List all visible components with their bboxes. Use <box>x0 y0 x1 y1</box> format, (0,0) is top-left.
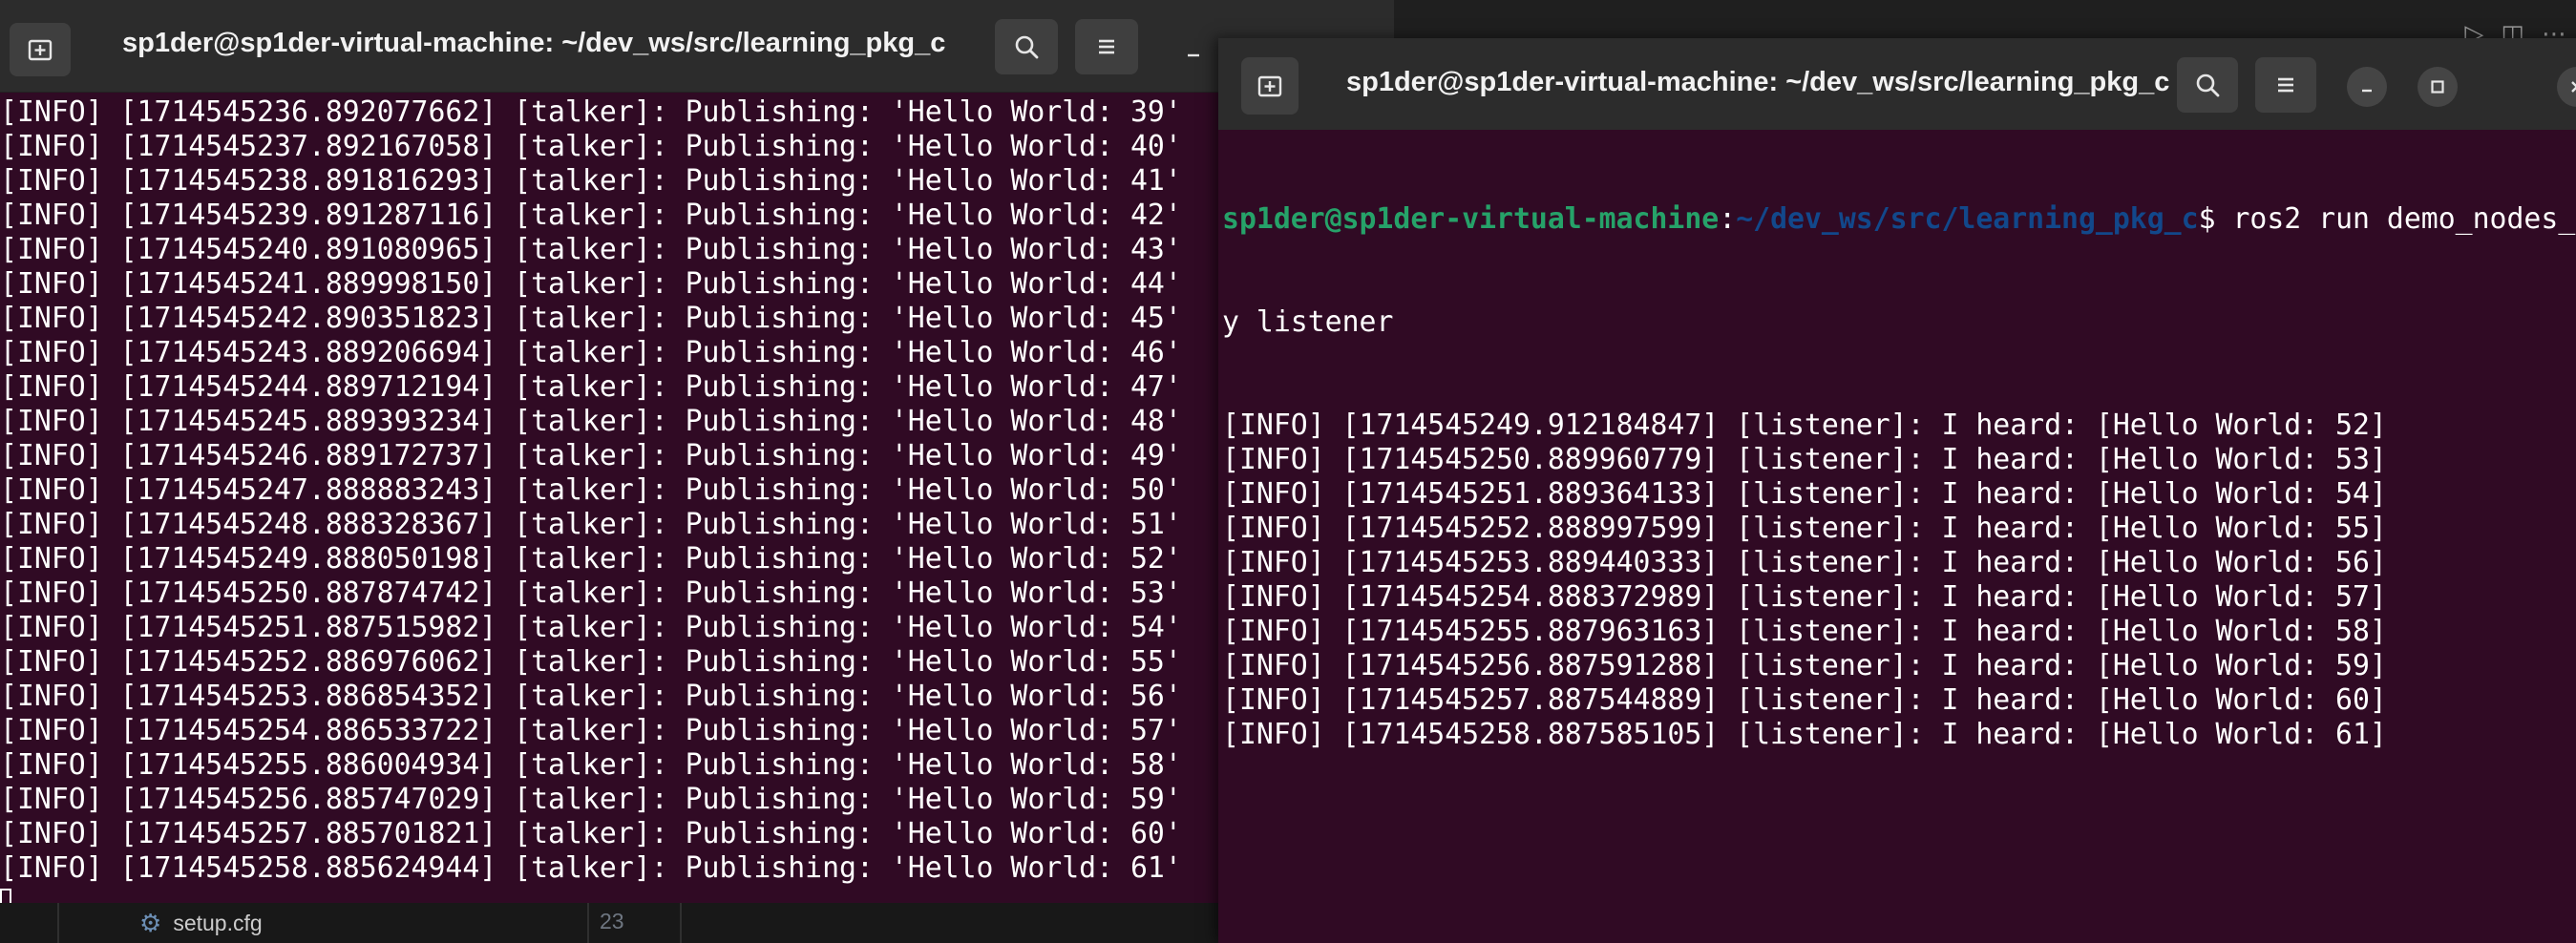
log-line: [INFO] [1714545254.888372989] [listener]… <box>1222 580 2387 614</box>
new-tab-button[interactable] <box>10 23 71 76</box>
terminal-titlebar[interactable]: sp1der@sp1der-virtual-machine: ~/dev_ws/… <box>0 0 1394 93</box>
terminal-output[interactable]: [INFO] [1714545236.892077662] [talker]: … <box>0 95 1182 903</box>
search-icon <box>1015 35 1039 59</box>
search-icon <box>2196 73 2220 97</box>
gutter-divider <box>587 903 589 943</box>
log-line: [INFO] [1714545247.888883243] [talker]: … <box>0 473 1182 507</box>
log-line: [INFO] [1714545253.889440333] [listener]… <box>1222 546 2387 579</box>
log-line: [INFO] [1714545241.889998150] [talker]: … <box>0 267 1182 301</box>
log-line: [INFO] [1714545257.887544889] [listener]… <box>1222 683 2387 717</box>
log-line: [INFO] [1714545239.891287116] [talker]: … <box>0 199 1182 232</box>
gear-icon: ⚙ <box>139 909 162 937</box>
log-line: [INFO] [1714545251.887515982] [talker]: … <box>0 611 1182 644</box>
file-item-setup-cfg[interactable]: ⚙ setup.cfg <box>139 909 263 938</box>
prompt-path: ~/dev_ws/src/learning_pkg_c <box>1736 202 2199 236</box>
log-line: [INFO] [1714545246.889172737] [talker]: … <box>0 439 1182 472</box>
terminal-title: sp1der@sp1der-virtual-machine: ~/dev_ws/… <box>122 28 946 58</box>
new-tab-icon <box>1257 75 1282 97</box>
log-line: [INFO] [1714545255.887963163] [listener]… <box>1222 615 2387 648</box>
minimize-button[interactable] <box>1174 32 1213 71</box>
log-line: [INFO] [1714545248.888328367] [talker]: … <box>0 508 1182 541</box>
line-number: 23 <box>600 909 624 933</box>
close-icon <box>2571 81 2576 93</box>
gutter-divider <box>680 903 682 943</box>
minimize-button[interactable] <box>2347 67 2387 107</box>
log-line: [INFO] [1714545252.888997599] [listener]… <box>1222 512 2387 545</box>
log-line: [INFO] [1714545256.887591288] [listener]… <box>1222 649 2387 682</box>
menu-button[interactable] <box>2255 57 2316 113</box>
prompt-line: sp1der@sp1der-virtual-machine:~/dev_ws/s… <box>1222 202 2575 237</box>
terminal-window-talker[interactable]: sp1der@sp1der-virtual-machine: ~/dev_ws/… <box>0 0 1394 903</box>
command-text: ros2 run demo_nodes_ <box>2232 202 2576 236</box>
search-button[interactable] <box>995 19 1058 74</box>
log-line: [INFO] [1714545258.887585105] [listener]… <box>1222 718 2387 751</box>
prompt-separator: : <box>1719 202 1737 236</box>
hamburger-menu-icon <box>2278 77 2293 93</box>
hamburger-menu-icon <box>1099 39 1114 54</box>
minimize-icon <box>2362 89 2372 93</box>
log-line: [INFO] [1714545254.886533722] [talker]: … <box>0 714 1182 747</box>
file-name: setup.cfg <box>173 911 263 935</box>
log-line: [INFO] [1714545236.892077662] [talker]: … <box>0 95 1182 129</box>
editor-file-row: ⚙ setup.cfg 23 <box>0 903 1222 943</box>
close-button[interactable] <box>2557 67 2576 107</box>
search-button[interactable] <box>2177 57 2238 113</box>
terminal-output[interactable]: sp1der@sp1der-virtual-machine:~/dev_ws/s… <box>1222 134 2575 752</box>
explorer-divider <box>57 903 59 943</box>
terminal-window-listener[interactable]: sp1der@sp1der-virtual-machine: ~/dev_ws/… <box>1218 38 2576 943</box>
log-line: [INFO] [1714545256.885747029] [talker]: … <box>0 783 1182 816</box>
maximize-icon <box>2431 80 2444 94</box>
log-line: [INFO] [1714545250.889960779] [listener]… <box>1222 443 2387 476</box>
log-line: [INFO] [1714545258.885624944] [talker]: … <box>0 851 1182 885</box>
new-tab-icon <box>28 39 53 61</box>
log-line: [INFO] [1714545249.912184847] [listener]… <box>1222 409 2387 442</box>
menu-button[interactable] <box>1075 19 1138 74</box>
minimize-icon <box>1188 53 1199 57</box>
log-line: [INFO] [1714545257.885701821] [talker]: … <box>0 817 1182 850</box>
log-line: [INFO] [1714545242.890351823] [talker]: … <box>0 302 1182 335</box>
log-line: [INFO] [1714545237.892167058] [talker]: … <box>0 130 1182 163</box>
terminal-titlebar[interactable]: sp1der@sp1der-virtual-machine: ~/dev_ws/… <box>1218 38 2576 130</box>
command-continuation: y listener <box>1222 305 1394 339</box>
log-line: [INFO] [1714545240.891080965] [talker]: … <box>0 233 1182 266</box>
terminal-title: sp1der@sp1der-virtual-machine: ~/dev_ws/… <box>1346 67 2170 97</box>
log-line: [INFO] [1714545255.886004934] [talker]: … <box>0 748 1182 782</box>
log-line: [INFO] [1714545249.888050198] [talker]: … <box>0 542 1182 576</box>
log-line: [INFO] [1714545250.887874742] [talker]: … <box>0 576 1182 610</box>
maximize-button[interactable] <box>2418 67 2458 107</box>
cursor-line <box>0 886 1182 903</box>
log-line: [INFO] [1714545245.889393234] [talker]: … <box>0 405 1182 438</box>
log-line: [INFO] [1714545243.889206694] [talker]: … <box>0 336 1182 369</box>
log-line: [INFO] [1714545238.891816293] [talker]: … <box>0 164 1182 198</box>
log-line: [INFO] [1714545244.889712194] [talker]: … <box>0 370 1182 404</box>
text-cursor <box>0 888 11 903</box>
log-line: [INFO] [1714545251.889364133] [listener]… <box>1222 477 2387 511</box>
log-line: [INFO] [1714545252.886976062] [talker]: … <box>0 645 1182 679</box>
prompt-symbol: $ <box>2198 202 2233 236</box>
log-line: [INFO] [1714545253.886854352] [talker]: … <box>0 680 1182 713</box>
prompt-user: sp1der@sp1der-virtual-machine <box>1222 202 1720 236</box>
new-tab-button[interactable] <box>1241 57 1299 115</box>
